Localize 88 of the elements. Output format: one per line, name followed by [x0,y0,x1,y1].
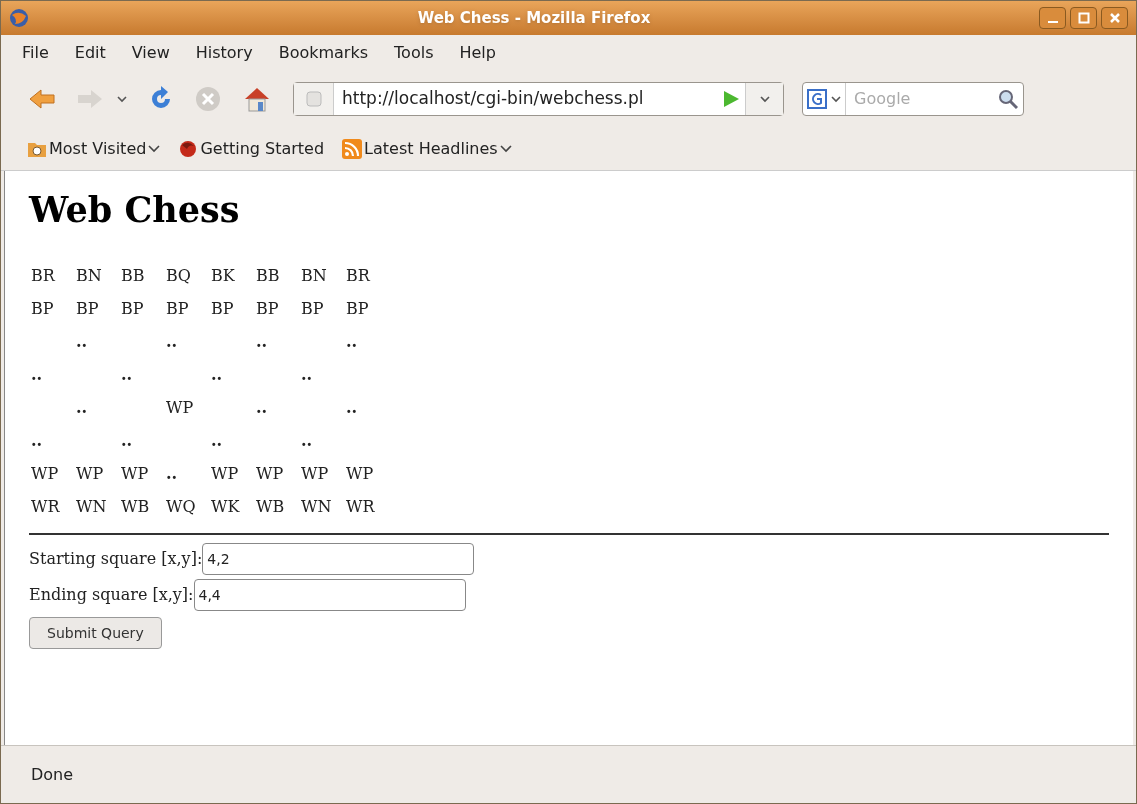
square-marker: .. [121,430,133,450]
piece-label: BP [121,298,144,318]
piece-label: WP [121,463,149,483]
piece-label: WR [31,496,60,516]
square-marker: .. [76,397,88,417]
piece-label: WP [166,397,194,417]
piece-label: WP [346,463,374,483]
piece-label: BN [76,265,102,285]
bookmark-link[interactable]: Most Visited [49,136,147,161]
piece-label: BR [346,265,370,285]
square-marker: .. [121,364,133,384]
square-marker: .. [301,430,313,450]
piece-label: WB [256,496,285,516]
piece-label: WP [76,463,104,483]
square-marker: .. [31,430,43,450]
square-marker: .. [211,430,223,450]
minimize-icon [1047,21,1058,23]
menu-item[interactable]: Tools [394,41,434,65]
piece-label: BP [31,298,54,318]
piece-label: BP [211,298,234,318]
piece-label: WK [211,496,240,516]
menu-item[interactable]: View [131,41,170,65]
piece-label: WR [346,496,375,516]
minimize-button[interactable] [1039,7,1066,29]
menu-item[interactable]: History [195,41,253,65]
search-icon[interactable] [997,88,1019,110]
input-field[interactable]: 4,2 [202,543,475,575]
caret-icon[interactable] [499,144,512,153]
square-marker: .. [166,331,178,351]
piece-label: WP [31,463,59,483]
piece-label: BK [211,265,235,285]
address-field[interactable]: http://localhost/cgi-bin/webchess.pl [334,86,721,112]
square-marker: .. [301,364,313,384]
home-icon[interactable] [243,86,271,112]
field-label: Ending square [x,y]: [29,584,194,606]
bookmark-link[interactable]: Getting Started [200,136,325,161]
square-marker: .. [346,331,358,351]
close-icon [1108,12,1121,24]
input-field[interactable]: 4,4 [193,579,466,611]
piece-label: BB [256,265,280,285]
search-bar[interactable]: Google [802,82,1024,116]
menu-item[interactable]: Help [459,41,496,65]
search-field[interactable]: Google [846,87,997,111]
feed-icon [342,138,363,159]
piece-label: WP [256,463,284,483]
menu-item[interactable]: File [22,41,49,65]
square-marker: .. [166,463,178,483]
search-engine-icon[interactable] [807,89,827,109]
piece-label: BP [301,298,324,318]
page-heading: Web Chess [29,189,241,231]
caret-icon[interactable] [831,95,841,103]
submit-button[interactable]: Submit Query [29,617,162,649]
piece-label: WP [301,463,329,483]
piece-label: BP [346,298,369,318]
piece-label: WB [121,496,150,516]
status-text: Done [31,763,74,786]
piece-label: BP [76,298,99,318]
caret-icon[interactable] [148,144,161,153]
menu-item[interactable]: Edit [74,41,106,65]
piece-label: WP [211,463,239,483]
piece-label: WN [76,496,107,516]
square-marker: .. [256,331,268,351]
maximize-button[interactable] [1070,7,1097,29]
close-button[interactable] [1101,7,1128,29]
piece-label: BB [121,265,145,285]
address-bar[interactable]: http://localhost/cgi-bin/webchess.pl [293,82,784,116]
page-icon [305,91,322,107]
go-arrow-icon[interactable] [721,89,741,109]
piece-label: BN [301,265,327,285]
bookmark-link[interactable]: Latest Headlines [364,136,498,161]
square-marker: .. [256,397,268,417]
maximize-icon [1077,12,1090,24]
field-label: Starting square [x,y]: [29,548,203,570]
menu-item[interactable]: Bookmarks [278,41,369,65]
piece-label: BQ [166,265,191,285]
square-marker: .. [31,364,43,384]
piece-label: BR [31,265,55,285]
piece-label: BP [166,298,189,318]
window-title: Web Chess - Mozilla Firefox [417,7,651,29]
caret-icon[interactable] [759,95,770,103]
piece-label: WN [301,496,332,516]
piece-label: WQ [166,496,196,516]
square-marker: .. [76,331,88,351]
square-marker: .. [346,397,358,417]
piece-label: BP [256,298,279,318]
caret-icon[interactable] [117,95,127,103]
square-marker: .. [211,364,223,384]
back-arrow-icon[interactable] [29,88,55,110]
